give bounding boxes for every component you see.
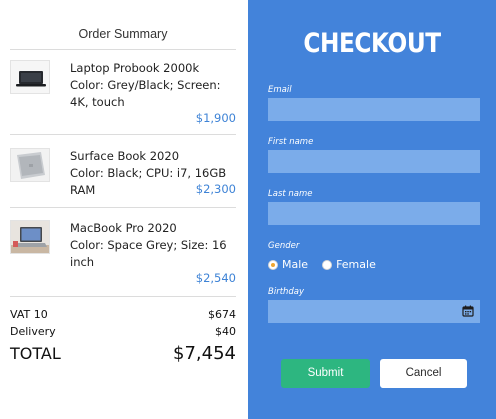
- item-details: Color: Grey/Black; Screen: 4K, touch: [70, 78, 221, 109]
- item-description: MacBook Pro 2020 Color: Space Grey; Size…: [70, 220, 236, 271]
- item-price: $2,300: [195, 182, 236, 196]
- calendar-icon[interactable]: [462, 305, 474, 317]
- order-item: MacBook Pro 2020 Color: Space Grey; Size…: [10, 220, 236, 286]
- vat-label: VAT 10: [10, 308, 48, 321]
- checkout-panel: CHECKOUT Email First name Last name Gend…: [248, 0, 496, 419]
- laptop-desk-image: [10, 220, 50, 254]
- gender-label: Gender: [268, 241, 300, 251]
- email-label: Email: [268, 85, 292, 95]
- gender-male-label[interactable]: Male: [282, 258, 308, 271]
- last-name-label: Last name: [268, 189, 313, 199]
- divider: [10, 296, 236, 297]
- item-name: Laptop Probook 2000k: [70, 61, 200, 75]
- vat-value: $674: [208, 308, 236, 321]
- birthday-label: Birthday: [268, 287, 305, 297]
- first-name-field[interactable]: [268, 150, 480, 173]
- delivery-label: Delivery: [10, 325, 56, 338]
- order-summary-panel: Order Summary Laptop Probook 2000k Color…: [0, 0, 248, 419]
- delivery-value: $40: [215, 325, 236, 338]
- divider: [10, 134, 236, 135]
- delivery-row: Delivery $40: [10, 325, 236, 338]
- checkout-title: CHECKOUT: [303, 28, 441, 59]
- gender-radio-group: Male Female: [268, 258, 390, 271]
- item-price: $1,900: [195, 111, 236, 125]
- divider: [10, 49, 236, 50]
- gender-female-label[interactable]: Female: [336, 258, 376, 271]
- laptop-black-image: [10, 60, 50, 94]
- total-label: TOTAL: [10, 344, 61, 363]
- birthday-field[interactable]: [268, 300, 480, 323]
- first-name-label: First name: [268, 137, 314, 147]
- order-summary-title: Order Summary: [78, 27, 168, 41]
- submit-button[interactable]: Submit: [281, 359, 370, 388]
- gender-female-radio[interactable]: [322, 259, 333, 270]
- vat-row: VAT 10 $674: [10, 308, 236, 321]
- total-value: $7,454: [173, 343, 236, 364]
- item-details: Color: Space Grey; Size: 16 inch: [70, 238, 227, 269]
- item-name: MacBook Pro 2020: [70, 221, 177, 235]
- order-item: Laptop Probook 2000k Color: Grey/Black; …: [10, 60, 236, 126]
- last-name-field[interactable]: [268, 202, 480, 225]
- item-name: Surface Book 2020: [70, 149, 180, 163]
- email-field[interactable]: [268, 98, 480, 121]
- laptop-silver-image: [10, 148, 50, 182]
- total-row: TOTAL $7,454: [10, 343, 236, 364]
- item-description: Laptop Probook 2000k Color: Grey/Black; …: [70, 60, 236, 111]
- order-item: Surface Book 2020 Color: Black; CPU: i7,…: [10, 148, 236, 198]
- item-price: $2,540: [195, 271, 236, 285]
- cancel-button[interactable]: Cancel: [380, 359, 467, 388]
- gender-male-radio[interactable]: [268, 259, 278, 270]
- divider: [10, 207, 236, 208]
